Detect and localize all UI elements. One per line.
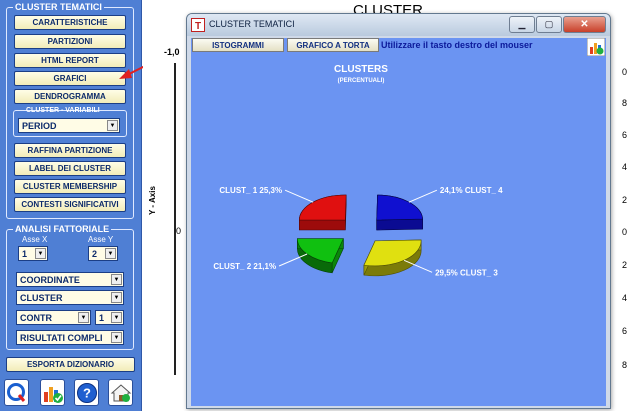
chevron-down-icon: ▼ (111, 292, 122, 303)
minimize-button[interactable]: ▁ (509, 16, 535, 33)
help-icon: ? (76, 382, 97, 403)
raffina-partizione-button[interactable]: RAFFINA PARTIZIONE (14, 143, 126, 158)
chevron-down-icon: ▼ (107, 120, 118, 131)
risultati-select-value: RISULTATI COMPLI (20, 332, 103, 343)
background-tick-label: 0 (622, 227, 628, 237)
background-tick-label: 4 (622, 162, 628, 172)
chart-check-icon (43, 386, 63, 403)
pie-slice-label: 29,5% CLUST_ 3 (435, 268, 498, 277)
dialog-title: CLUSTER TEMATICI (209, 19, 295, 29)
contesti-significativi-button[interactable]: CONTESTI SIGNIFICATIVI (14, 197, 126, 212)
asse-y-label: Asse Y (88, 235, 114, 244)
caratteristiche-button[interactable]: CARATTERISTICHE (14, 15, 126, 30)
coordinate-select-value: COORDINATE (20, 274, 80, 285)
pie-leader-line (408, 189, 438, 203)
dendrogramma-button[interactable]: DENDROGRAMMA (14, 89, 126, 104)
asse-x-value: 1 (22, 248, 28, 259)
period-select[interactable]: PERIOD ▼ (18, 118, 120, 133)
cluster-select-value: CLUSTER (20, 292, 63, 303)
chevron-down-icon: ▼ (78, 312, 89, 323)
asse-x-label: Asse X (22, 235, 48, 244)
pie-slices (297, 194, 423, 277)
close-icon: ✕ (580, 19, 589, 30)
home-button[interactable] (108, 379, 133, 406)
chevron-down-icon: ▼ (111, 274, 122, 285)
svg-text:?: ? (83, 385, 91, 400)
pie-chart: CLUSTERS (PERCENTUALI) CLUST_ 1 25,3% 24,… (213, 64, 503, 277)
contr-number-select[interactable]: 1 ▼ (95, 310, 124, 325)
pie-slice-label: CLUST_ 1 25,3% (219, 186, 282, 195)
cluster-variabili-title: CLUSTER - VARIABILI (26, 107, 100, 114)
quit-q-button[interactable] (4, 379, 29, 406)
pie-slice-clust-4 (376, 194, 423, 231)
html-report-button[interactable]: HTML REPORT (14, 53, 126, 68)
grafici-button[interactable]: GRAFICI (14, 71, 126, 86)
background-tick-label: 8 (622, 98, 628, 108)
background-tick-label: -1,0 (164, 47, 180, 57)
dialog-titlebar[interactable]: T CLUSTER TEMATICI ▁ ▢ ✕ (187, 14, 610, 36)
cluster-membership-button[interactable]: CLUSTER MEMBERSHIP (14, 179, 126, 194)
background-tick-label: 8 (622, 360, 628, 370)
background-y-axis (174, 63, 176, 375)
risultati-select[interactable]: RISULTATI COMPLI ▼ (16, 330, 124, 345)
contr-number-value: 1 (99, 312, 105, 323)
chart-title: CLUSTERS (334, 64, 388, 75)
svg-text:T: T (195, 21, 201, 32)
chevron-down-icon: ▼ (105, 248, 116, 259)
close-button[interactable]: ✕ (563, 16, 606, 33)
contr-select[interactable]: CONTR ▼ (16, 310, 91, 325)
maximize-button[interactable]: ▢ (536, 16, 562, 33)
background-tick-label: 0 (622, 67, 628, 77)
asse-y-value: 2 (92, 248, 98, 259)
label-dei-cluster-button[interactable]: LABEL DEI CLUSTER (14, 161, 126, 176)
background-tick-label: 0 (176, 226, 182, 236)
chevron-down-icon: ▼ (35, 248, 46, 259)
pie-slice-label: CLUST_ 2 21,1% (213, 262, 276, 271)
contr-select-value: CONTR (20, 312, 52, 323)
quit-q-icon (7, 383, 26, 402)
background-tick-label: 4 (622, 293, 628, 303)
asse-x-select[interactable]: 1 ▼ (18, 246, 48, 261)
background-tick-label: 2 (622, 195, 628, 205)
background-tick-label: 6 (622, 326, 628, 336)
pie-leader-line (284, 189, 314, 203)
background-tick-label: 6 (622, 130, 628, 140)
app-icon: T (191, 18, 205, 32)
cluster-tematici-dialog: T CLUSTER TEMATICI ▁ ▢ ✕ ISTOGRAMMI GRAF… (186, 13, 611, 409)
chevron-down-icon: ▼ (111, 312, 122, 323)
chart-subtitle: (PERCENTUALI) (338, 78, 385, 84)
cluster-select[interactable]: CLUSTER ▼ (16, 290, 124, 305)
cluster-tematici-title: CLUSTER TEMATICI (13, 1, 104, 13)
dialog-chart-area: ISTOGRAMMI GRAFICO A TORTA Utilizzare il… (191, 38, 606, 406)
home-icon (110, 383, 131, 402)
background-tick-label: 2 (622, 260, 628, 270)
help-button[interactable]: ? (74, 379, 99, 406)
chevron-down-icon: ▼ (111, 332, 122, 343)
pie-slice-clust-3 (363, 239, 422, 277)
pie-slice-label: 24,1% CLUST_ 4 (440, 186, 503, 195)
period-select-value: PERIOD (22, 120, 57, 131)
maximize-icon: ▢ (544, 19, 554, 29)
coordinate-select[interactable]: COORDINATE ▼ (16, 272, 124, 287)
chart-check-button[interactable] (40, 379, 65, 406)
minimize-icon: ▁ (518, 19, 526, 29)
left-control-panel: CLUSTER TEMATICI CARATTERISTICHE PARTIZI… (0, 0, 142, 411)
background-right-axis: 0 8 6 4 2 0 2 4 6 8 (620, 0, 632, 411)
partizioni-button[interactable]: PARTIZIONI (14, 34, 126, 49)
pie-labels: CLUST_ 1 25,3% 24,1% CLUST_ 4 29,5% CLUST_… (213, 186, 503, 277)
analisi-fattoriale-title: ANALISI FATTORIALE (13, 223, 112, 235)
asse-y-select[interactable]: 2 ▼ (88, 246, 118, 261)
background-y-axis-label: Y - Axis (148, 186, 157, 215)
esporta-dizionario-button[interactable]: ESPORTA DIZIONARIO (6, 357, 135, 372)
pie-slice-clust-1 (299, 194, 347, 231)
